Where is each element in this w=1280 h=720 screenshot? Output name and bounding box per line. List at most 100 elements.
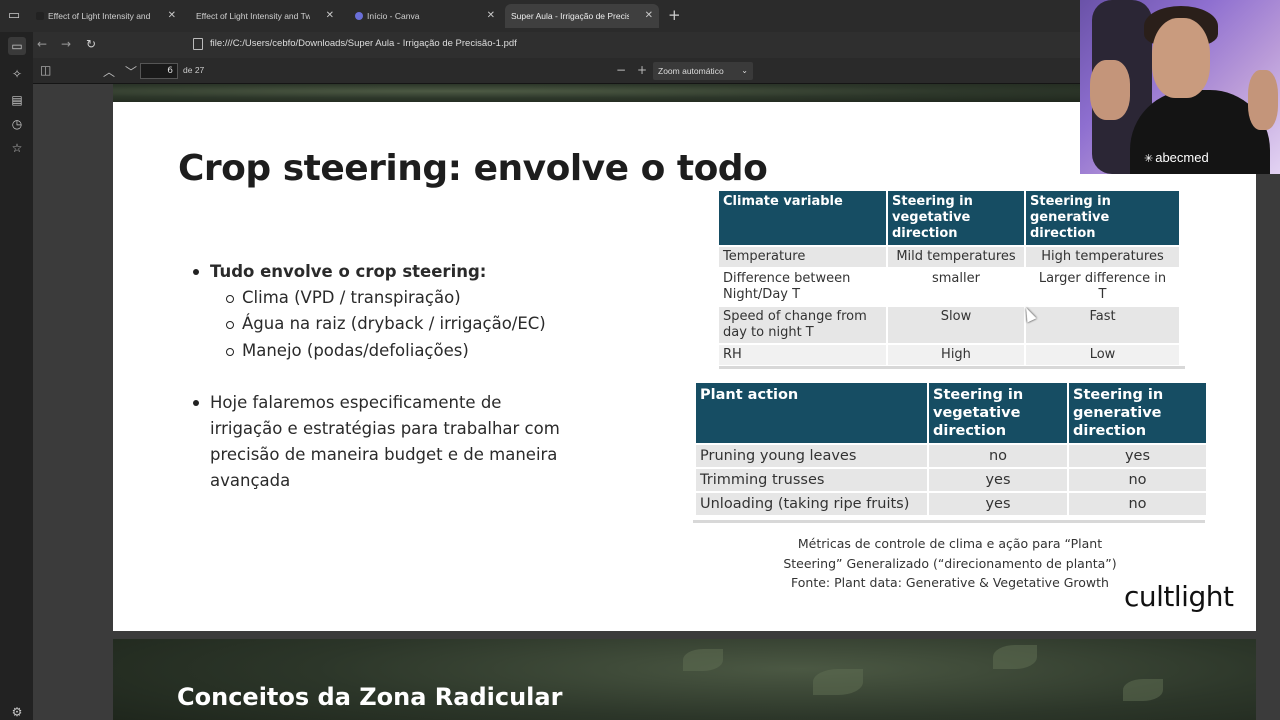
new-tab-button[interactable]: + (668, 6, 681, 24)
tab-4-active[interactable]: Super Aula - Irrigação de PrecisãoS ✕ (505, 4, 659, 28)
table-cell: RH (719, 343, 888, 365)
leaf-decoration (683, 649, 723, 671)
page-number-input[interactable]: 6 (140, 63, 178, 79)
plant-action-table: Plant action Steering in vegetative direct… (696, 383, 1206, 515)
collections-icon[interactable]: ▤ (8, 91, 26, 109)
bullet-text: Tudo envolve o crop steering: (210, 262, 487, 281)
zoom-out-button[interactable]: − (616, 63, 626, 77)
page-total: de 27 (183, 65, 205, 75)
table-row: Temperature Mild temperatures High tempe… (719, 245, 1179, 268)
abecmed-logo: ✳ abecmed (1144, 150, 1209, 165)
table-header-cell: Steering in vegetative direction (887, 191, 1026, 246)
forward-icon[interactable]: → (61, 37, 71, 51)
sub-bullet-ring (226, 295, 234, 303)
table-row: Speed of change from day to night T Slow … (719, 305, 1179, 344)
zoom-select[interactable]: Zoom automático ⌄ (653, 62, 753, 80)
tab-title: Início - Canva (367, 11, 420, 21)
pdf-page: Crop steering: envolve o todo Tudo envol… (113, 102, 1256, 631)
zoom-value: Zoom automático (658, 66, 724, 76)
climate-variable-table: Climate variable Steering in vegetative di… (719, 191, 1179, 365)
table-row: Unloading (taking ripe fruits) yes no (696, 491, 1206, 515)
table-row: Difference between Night/Day T smaller La… (719, 267, 1179, 306)
file-icon (193, 38, 203, 50)
cultlight-logo: cultlight (1124, 580, 1234, 613)
pdf-viewer[interactable]: Crop steering: envolve o todo Tudo envol… (33, 84, 1280, 720)
sub-bullet-ring (226, 321, 234, 329)
table-header-cell: Steering in generative direction (1068, 383, 1206, 444)
close-tab-icon[interactable]: ✕ (168, 4, 176, 28)
tab-actions-menu-icon[interactable]: ▭ (6, 8, 22, 24)
table-cell: yes (928, 491, 1069, 515)
table-cell: yes (928, 467, 1069, 492)
table-row: Trimming trusses yes no (696, 467, 1206, 492)
table-header-cell: Climate variable (719, 191, 888, 246)
leaf-decoration (993, 645, 1037, 669)
bullet-text: irrigação e estratégias para trabalhar c… (210, 419, 560, 438)
history-icon[interactable]: ◷ (8, 115, 26, 133)
table-cell: High (887, 343, 1026, 365)
next-slide-title: Conceitos da Zona Radicular (177, 683, 563, 711)
table-cell: Temperature (719, 245, 888, 268)
next-pdf-page: Conceitos da Zona Radicular (113, 639, 1256, 720)
sub-bullet-text: Água na raiz (dryback / irrigação/EC) (242, 314, 546, 333)
presenter-hand (1090, 60, 1130, 120)
sub-bullet-ring (226, 348, 234, 356)
sub-bullet-text: Clima (VPD / transpiração) (242, 288, 461, 307)
tab-title: Effect of Light Intensity and Two Di (196, 11, 310, 21)
tab-2[interactable]: Effect of Light Intensity and Two Di ✕ (180, 4, 340, 28)
tab-favicon-icon (36, 12, 44, 20)
presenter-head (1152, 18, 1210, 98)
copilot-icon[interactable]: ✧ (8, 65, 26, 83)
url-field[interactable]: file:///C:/Users/cebfo/Downloads/Super A… (193, 36, 1073, 54)
browser-sidebar: ▭ ✧ ▤ ◷ ☆ ⚙ (0, 32, 33, 720)
sub-bullet-text: Manejo (podas/defoliações) (242, 341, 469, 360)
reload-icon[interactable]: ↻ (86, 37, 96, 51)
close-tab-icon[interactable]: ✕ (326, 4, 334, 28)
leaf-decoration (1123, 679, 1163, 701)
table-cell: yes (1068, 443, 1206, 468)
table-cell: High temperatures (1025, 245, 1179, 268)
previous-page-icon[interactable]: ︿ (103, 63, 115, 80)
table-cell: Difference between Night/Day T (719, 267, 888, 306)
table-cell: Mild temperatures (887, 245, 1026, 268)
back-icon[interactable]: ← (37, 37, 47, 51)
zoom-in-button[interactable]: + (637, 63, 647, 77)
webcam-overlay: ✳ abecmed (1080, 0, 1280, 174)
table-cell: Fast (1025, 305, 1179, 344)
figure-caption: Métricas de controle de clima e ação par… (755, 534, 1145, 593)
table-header-cell: Steering in vegetative direction (928, 383, 1069, 444)
table-cell: Trimming trusses (696, 467, 929, 492)
table-row: RH High Low (719, 343, 1179, 365)
bullet-dot (193, 400, 199, 406)
table-header-cell: Steering in generative direction (1025, 191, 1179, 246)
chevron-down-icon: ⌄ (741, 66, 748, 75)
abecmed-text: abecmed (1155, 150, 1209, 165)
close-tab-icon[interactable]: ✕ (645, 4, 653, 28)
vertical-tabs-icon[interactable]: ▭ (8, 37, 26, 55)
caption-line: Fonte: Plant data: Generative & Vegetati… (791, 575, 1109, 590)
table-cell: Slow (887, 305, 1026, 344)
canva-favicon-icon (355, 12, 363, 20)
sidebar-toggle-icon[interactable]: ◫ (40, 63, 51, 77)
next-page-icon[interactable]: ﹀ (125, 63, 137, 80)
table-cell: Pruning young leaves (696, 443, 929, 468)
tab-3[interactable]: Início - Canva ✕ (351, 4, 501, 28)
bullet-text: avançada (210, 471, 291, 490)
bullet-dot (193, 269, 199, 275)
table-header-cell: Plant action (696, 383, 929, 444)
favorites-icon[interactable]: ☆ (8, 139, 26, 157)
table-cell: no (1068, 467, 1206, 492)
table-cell: Larger difference in T (1025, 267, 1179, 306)
table-header-row: Climate variable Steering in vegetative di… (719, 191, 1179, 246)
leaf-decoration (813, 669, 863, 695)
caption-line: Steering” Generalizado (“direcionamento … (783, 555, 1117, 571)
settings-gear-icon[interactable]: ⚙ (8, 703, 26, 720)
close-tab-icon[interactable]: ✕ (487, 4, 495, 28)
table-cell: Unloading (taking ripe fruits) (696, 491, 929, 515)
table-cell: Low (1025, 343, 1179, 365)
tab-1[interactable]: Effect of Light Intensity and Two ✕ (32, 4, 182, 28)
slide-title: Crop steering: envolve o todo (178, 148, 768, 189)
table-divider (719, 366, 1185, 369)
table-row: Pruning young leaves no yes (696, 443, 1206, 468)
tab-title: Effect of Light Intensity and Two (48, 11, 152, 21)
